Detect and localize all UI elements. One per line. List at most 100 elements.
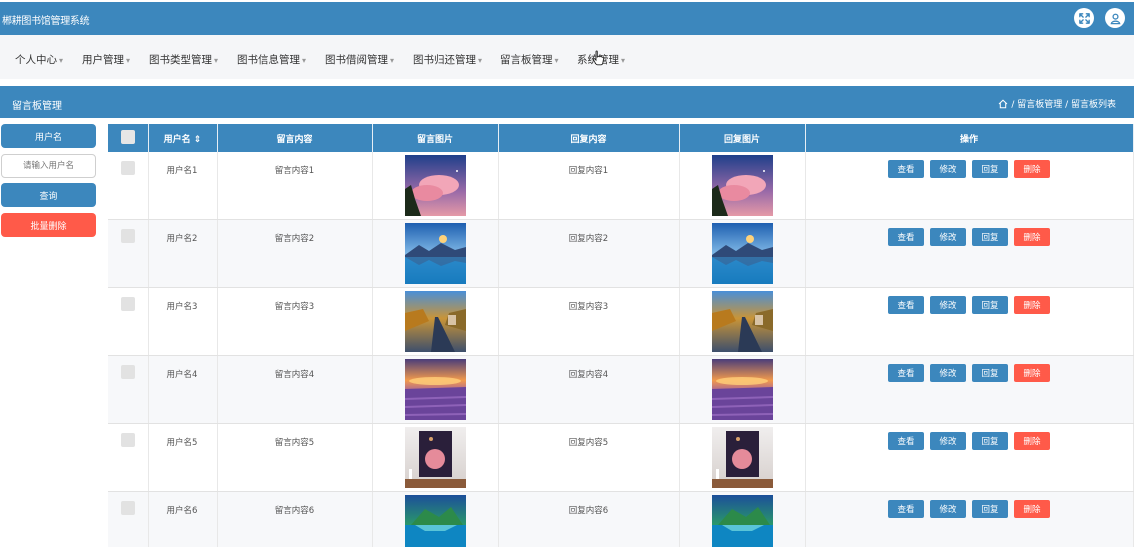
username-search-input[interactable] — [1, 154, 96, 178]
reply-button[interactable]: 回复 — [972, 432, 1008, 450]
nav-item-user-management[interactable]: 用户管理 ▾ — [82, 52, 130, 67]
delete-button[interactable]: 删除 — [1014, 500, 1050, 518]
nav-item-personal-center[interactable]: 个人中心 ▾ — [15, 52, 63, 67]
breadcrumb: / 留言板管理 / 留言板列表 — [998, 97, 1116, 110]
home-icon[interactable] — [998, 99, 1008, 109]
table-row: 用户名6 留言内容6 回复内容6 查看 修改 回复 删除 — [108, 491, 1134, 547]
reply-button[interactable]: 回复 — [972, 160, 1008, 178]
reply-button[interactable]: 回复 — [972, 296, 1008, 314]
row-checkbox[interactable] — [108, 219, 149, 288]
nav-item-book-return-management[interactable]: 图书归还管理 ▾ — [413, 52, 482, 67]
reply-button[interactable]: 回复 — [972, 364, 1008, 382]
row-checkbox[interactable] — [108, 152, 149, 220]
edit-button[interactable]: 修改 — [930, 432, 966, 450]
batch-delete-button[interactable]: 批量删除 — [1, 213, 96, 237]
view-button[interactable]: 查看 — [888, 364, 924, 382]
cell-message-image[interactable] — [372, 287, 499, 356]
cell-username: 用户名4 — [148, 355, 218, 424]
app-title: 郴耕图书馆管理系统 — [2, 16, 90, 27]
delete-button[interactable]: 删除 — [1014, 364, 1050, 382]
search-button[interactable]: 查询 — [1, 183, 96, 207]
cell-username: 用户名3 — [148, 287, 218, 356]
hand-cursor-icon — [592, 50, 605, 66]
table-header-row: 用户名 ⇕ 留言内容 留言图片 回复内容 回复图片 操作 — [108, 124, 1134, 152]
nav-item-label: 图书归还管理 — [413, 54, 476, 66]
reply-button[interactable]: 回复 — [972, 500, 1008, 518]
message-board-table: 用户名 ⇕ 留言内容 留言图片 回复内容 回复图片 操作 用户名1 留言内容1 回复… — [108, 124, 1134, 547]
section-bar: 留言板管理 / 留言板管理 / 留言板列表 — [0, 86, 1134, 118]
cell-actions: 查看 修改 回复 删除 — [805, 219, 1134, 288]
cell-reply-image[interactable] — [679, 355, 806, 424]
nav-item-book-type-management[interactable]: 图书类型管理 ▾ — [149, 52, 218, 67]
nav-item-book-borrow-management[interactable]: 图书借阅管理 ▾ — [325, 52, 394, 67]
cell-message: 留言内容2 — [217, 219, 373, 288]
user-icon[interactable] — [1105, 8, 1125, 28]
column-header-reply: 回复内容 — [498, 124, 680, 152]
table-row: 用户名3 留言内容3 回复内容3 查看 修改 回复 删除 — [108, 287, 1134, 356]
cell-message-image[interactable] — [372, 152, 499, 220]
nav-item-label: 用户管理 — [82, 54, 124, 66]
view-button[interactable]: 查看 — [888, 160, 924, 178]
fullscreen-icon[interactable] — [1074, 8, 1094, 28]
cell-username: 用户名1 — [148, 152, 218, 220]
table-row: 用户名5 留言内容5 回复内容5 查看 修改 回复 删除 — [108, 423, 1134, 492]
view-button[interactable]: 查看 — [888, 296, 924, 314]
row-checkbox[interactable] — [108, 491, 149, 547]
nav-item-book-info-management[interactable]: 图书信息管理 ▾ — [237, 52, 306, 67]
main-nav: 个人中心 ▾ 用户管理 ▾ 图书类型管理 ▾ 图书信息管理 ▾ 图书借阅管理 ▾ 图书归还… — [0, 35, 1134, 79]
cell-actions: 查看 修改 回复 删除 — [805, 287, 1134, 356]
edit-button[interactable]: 修改 — [930, 500, 966, 518]
nav-item-message-board-management[interactable]: 留言板管理 ▾ — [500, 52, 559, 67]
nav-item-label: 个人中心 — [15, 54, 57, 66]
cell-actions: 查看 修改 回复 删除 — [805, 152, 1134, 220]
delete-button[interactable]: 删除 — [1014, 296, 1050, 314]
cell-message-image[interactable] — [372, 355, 499, 424]
cell-username: 用户名5 — [148, 423, 218, 492]
cell-reply-image[interactable] — [679, 423, 806, 492]
cell-message-image[interactable] — [372, 491, 499, 547]
view-button[interactable]: 查看 — [888, 500, 924, 518]
row-checkbox[interactable] — [108, 355, 149, 424]
cell-message: 留言内容1 — [217, 152, 373, 220]
app-header: 郴耕图书馆管理系统 — [0, 2, 1134, 35]
cell-username: 用户名6 — [148, 491, 218, 547]
cell-username: 用户名2 — [148, 219, 218, 288]
table-row: 用户名4 留言内容4 回复内容4 查看 修改 回复 删除 — [108, 355, 1134, 424]
delete-button[interactable]: 删除 — [1014, 432, 1050, 450]
cell-reply-image[interactable] — [679, 152, 806, 220]
cell-reply-image[interactable] — [679, 491, 806, 547]
cell-message: 留言内容6 — [217, 491, 373, 547]
cell-reply: 回复内容1 — [498, 152, 680, 220]
chevron-down-icon: ▾ — [390, 56, 395, 65]
cell-reply-image[interactable] — [679, 219, 806, 288]
cell-reply: 回复内容5 — [498, 423, 680, 492]
cell-reply-image[interactable] — [679, 287, 806, 356]
column-header-username[interactable]: 用户名 ⇕ — [148, 124, 218, 152]
edit-button[interactable]: 修改 — [930, 160, 966, 178]
username-field-label: 用户名 — [1, 124, 96, 148]
view-button[interactable]: 查看 — [888, 228, 924, 246]
table-row: 用户名1 留言内容1 回复内容1 查看 修改 回复 删除 — [108, 152, 1134, 220]
cell-message-image[interactable] — [372, 219, 499, 288]
select-all-checkbox[interactable] — [108, 124, 149, 152]
chevron-down-icon: ▾ — [554, 56, 559, 65]
cell-reply: 回复内容2 — [498, 219, 680, 288]
nav-item-label: 图书类型管理 — [149, 54, 212, 66]
column-header-actions: 操作 — [805, 124, 1134, 152]
edit-button[interactable]: 修改 — [930, 296, 966, 314]
edit-button[interactable]: 修改 — [930, 228, 966, 246]
cell-reply: 回复内容3 — [498, 287, 680, 356]
view-button[interactable]: 查看 — [888, 432, 924, 450]
chevron-down-icon: ▾ — [59, 56, 64, 65]
reply-button[interactable]: 回复 — [972, 228, 1008, 246]
nav-item-label: 留言板管理 — [500, 54, 553, 66]
cell-reply: 回复内容4 — [498, 355, 680, 424]
delete-button[interactable]: 删除 — [1014, 160, 1050, 178]
cell-message-image[interactable] — [372, 423, 499, 492]
chevron-down-icon: ▾ — [214, 56, 219, 65]
row-checkbox[interactable] — [108, 423, 149, 492]
row-checkbox[interactable] — [108, 287, 149, 356]
edit-button[interactable]: 修改 — [930, 364, 966, 382]
cell-actions: 查看 修改 回复 删除 — [805, 423, 1134, 492]
delete-button[interactable]: 删除 — [1014, 228, 1050, 246]
